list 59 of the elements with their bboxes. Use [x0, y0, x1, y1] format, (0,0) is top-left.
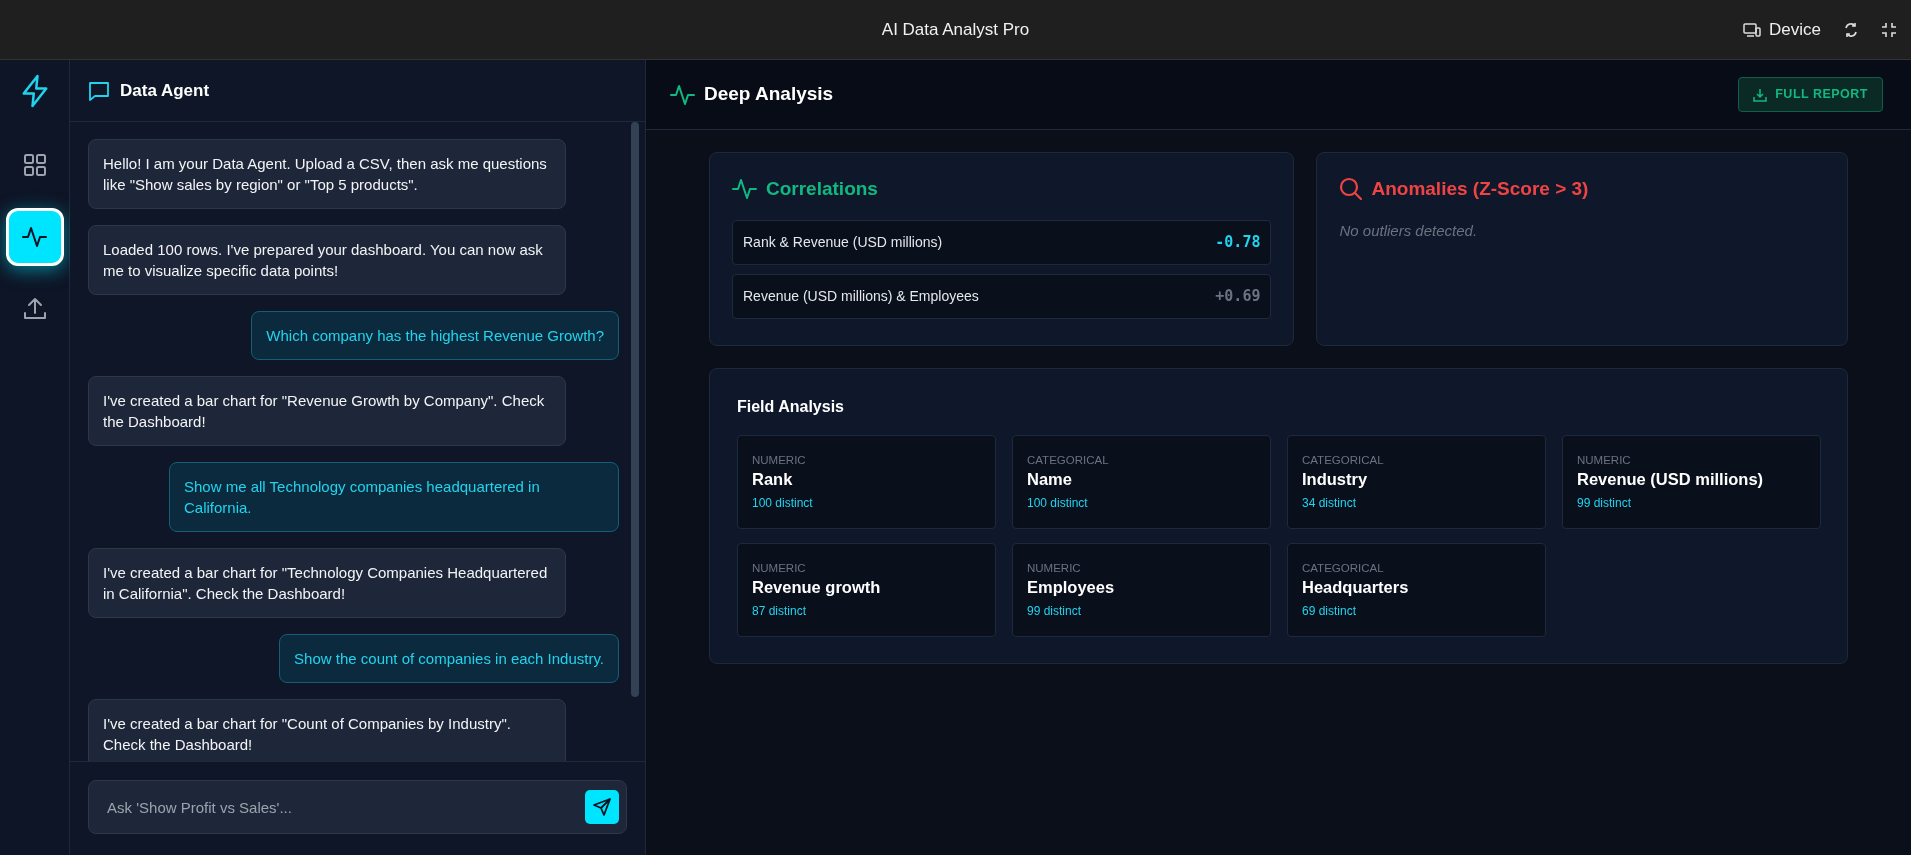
- chat-icon: [88, 79, 110, 102]
- agent-message: I've created a bar chart for "Count of Companies by Industry". Check the Dashboard!: [88, 699, 566, 761]
- search-icon: [1339, 177, 1364, 202]
- field-name: Revenue growth: [752, 576, 882, 598]
- distinct-count: 100 distinct: [1027, 495, 1089, 513]
- send-icon: [592, 797, 612, 817]
- upload-icon: [21, 296, 48, 322]
- distinct-count: 34 distinct: [1302, 495, 1358, 513]
- activity-icon: [732, 177, 758, 202]
- card-title: Field Analysis: [737, 396, 845, 417]
- panel-title: Data Agent: [120, 79, 210, 102]
- fullscreen-exit-icon[interactable]: [1881, 22, 1897, 38]
- rotate-icon[interactable]: [1843, 22, 1859, 38]
- card-title: Correlations: [766, 177, 878, 201]
- device-label[interactable]: Device: [1769, 17, 1821, 43]
- app-title: AI Data Analyst Pro: [881, 18, 1030, 41]
- lightning-logo-icon: [19, 74, 50, 108]
- send-button[interactable]: [585, 790, 619, 824]
- field-name: Name: [1027, 468, 1073, 490]
- empty-message: No outliers detected.: [1339, 220, 1479, 241]
- distinct-count: 87 distinct: [752, 603, 808, 621]
- user-message: Show the count of companies in each Industry.: [279, 634, 619, 683]
- correlation-label: Revenue (USD millions) & Employees: [743, 286, 979, 306]
- card-title: Anomalies (Z-Score > 3): [1371, 177, 1589, 201]
- field-type: NUMERIC: [752, 560, 807, 576]
- field-name: Employees: [1027, 576, 1116, 598]
- field-name: Headquarters: [1302, 576, 1410, 598]
- full-report-button[interactable]: FULL REPORT: [1738, 77, 1883, 112]
- scrollbar-thumb[interactable]: [631, 122, 639, 698]
- chat-input-field[interactable]: Ask 'Show Profit vs Sales'...: [88, 780, 627, 834]
- distinct-count: 100 distinct: [752, 495, 814, 513]
- device-icon[interactable]: [1743, 22, 1762, 38]
- field-type: CATEGORICAL: [1027, 452, 1110, 468]
- field-type: CATEGORICAL: [1302, 452, 1385, 468]
- distinct-count: 99 distinct: [1577, 495, 1633, 513]
- field-name: Revenue (USD millions): [1577, 468, 1765, 490]
- field-name: Industry: [1302, 468, 1369, 490]
- agent-message: Loaded 100 rows. I've prepared your dashboard. You can now ask me to visualize specific data points!: [88, 225, 566, 295]
- panel-title: Deep Analysis: [704, 82, 834, 107]
- agent-message: Hello! I am your Data Agent. Upload a CSV, then ask me questions like "Show sales by region" or "Top 5 products".: [88, 139, 566, 209]
- field-type: CATEGORICAL: [1302, 560, 1385, 576]
- grid-icon: [21, 152, 48, 178]
- distinct-count: 99 distinct: [1027, 603, 1083, 621]
- user-message: Which company has the highest Revenue Growth?: [251, 311, 619, 360]
- field-type: NUMERIC: [1577, 452, 1632, 468]
- agent-message: I've created a bar chart for "Revenue Growth by Company". Check the Dashboard!: [88, 376, 566, 446]
- activity-icon: [670, 82, 696, 107]
- field-type: NUMERIC: [1027, 560, 1082, 576]
- agent-message: I've created a bar chart for "Technology Companies Headquartered in California". Check the Dashboard!: [88, 548, 566, 618]
- distinct-count: 69 distinct: [1302, 603, 1358, 621]
- field-type: NUMERIC: [752, 452, 807, 468]
- user-message: Show me all Technology companies headquartered in California.: [169, 462, 619, 532]
- correlation-value: +0.69: [1215, 285, 1261, 307]
- download-icon: [1753, 87, 1768, 102]
- activity-icon: [21, 224, 48, 250]
- correlation-label: Rank & Revenue (USD millions): [743, 232, 943, 252]
- field-name: Rank: [752, 468, 794, 490]
- correlation-value: -0.78: [1215, 231, 1261, 253]
- nav-button[interactable]: [5, 208, 64, 266]
